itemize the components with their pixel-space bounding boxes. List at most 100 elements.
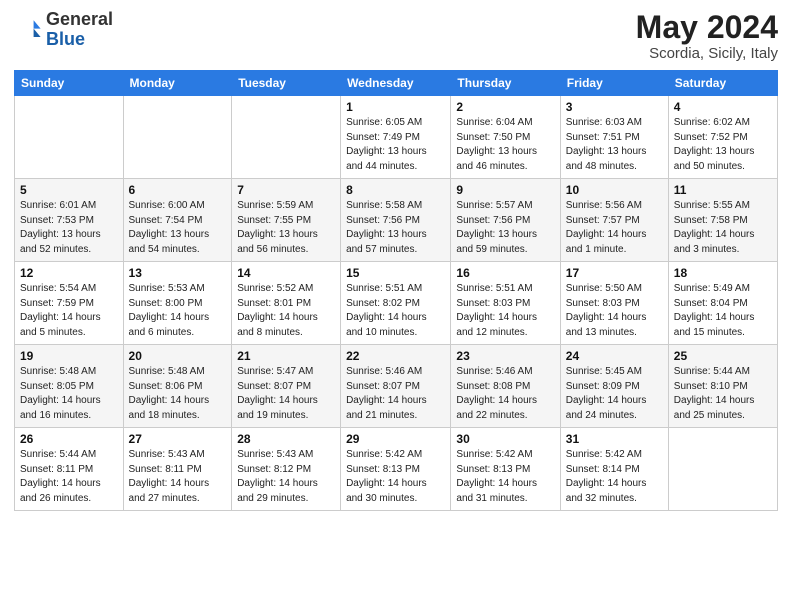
table-row: 23 Sunrise: 5:46 AM Sunset: 8:08 PM Dayli… bbox=[451, 345, 560, 428]
table-row: 3Sunrise: 6:03 AM Sunset: 7:51 PM Daylig… bbox=[560, 96, 668, 179]
day-number: 25 bbox=[674, 349, 772, 363]
table-row: 12Sunrise: 5:54 AM Sunset: 7:59 PM Dayli… bbox=[15, 262, 124, 345]
table-row: 28 Sunrise: 5:43 AM Sunset: 8:12 PM Dayli… bbox=[232, 428, 341, 511]
day-number: 16 bbox=[456, 266, 554, 280]
table-row: 21 Sunrise: 5:47 AM Sunset: 8:07 PM Dayli… bbox=[232, 345, 341, 428]
table-row bbox=[123, 96, 232, 179]
day-number: 8 bbox=[346, 183, 445, 197]
logo-blue: Blue bbox=[46, 29, 85, 49]
header-sunday: Sunday bbox=[15, 71, 124, 96]
day-number: 26 bbox=[20, 432, 118, 446]
day-number: 20 bbox=[129, 349, 227, 363]
table-row: 22 Sunrise: 5:46 AM Sunset: 8:07 PM Dayli… bbox=[341, 345, 451, 428]
week-row-2: 12Sunrise: 5:54 AM Sunset: 7:59 PM Dayli… bbox=[15, 262, 778, 345]
table-row: 18 Sunrise: 5:49 AM Sunset: 8:04 PM Dayli… bbox=[668, 262, 777, 345]
day-info: Sunrise: 5:51 AM Sunset: 8:02 PM Dayligh… bbox=[346, 282, 445, 340]
table-row: 10 Sunrise: 5:56 AM Sunset: 7:57 PM Dayli… bbox=[560, 179, 668, 262]
table-row: 27Sunrise: 5:43 AM Sunset: 8:11 PM Dayli… bbox=[123, 428, 232, 511]
day-number: 29 bbox=[346, 432, 445, 446]
table-row: 9 Sunrise: 5:57 AM Sunset: 7:56 PM Daylig… bbox=[451, 179, 560, 262]
day-number: 2 bbox=[456, 100, 554, 114]
week-row-1: 5Sunrise: 6:01 AM Sunset: 7:53 PM Daylig… bbox=[15, 179, 778, 262]
day-number: 7 bbox=[237, 183, 335, 197]
month-year: May 2024 bbox=[636, 10, 778, 45]
table-row: 31Sunrise: 5:42 AM Sunset: 8:14 PM Dayli… bbox=[560, 428, 668, 511]
table-row: 11Sunrise: 5:55 AM Sunset: 7:58 PM Dayli… bbox=[668, 179, 777, 262]
day-info: Sunrise: 6:00 AM Sunset: 7:54 PM Dayligh… bbox=[129, 199, 227, 257]
day-number: 17 bbox=[566, 266, 663, 280]
day-number: 13 bbox=[129, 266, 227, 280]
day-info: Sunrise: 5:51 AM Sunset: 8:03 PM Dayligh… bbox=[456, 282, 554, 340]
header-monday: Monday bbox=[123, 71, 232, 96]
table-row bbox=[668, 428, 777, 511]
header: General Blue May 2024 Scordia, Sicily, I… bbox=[14, 10, 778, 62]
day-info: Sunrise: 6:05 AM Sunset: 7:49 PM Dayligh… bbox=[346, 116, 445, 174]
day-info: Sunrise: 5:49 AM Sunset: 8:04 PM Dayligh… bbox=[674, 282, 772, 340]
table-row: 17Sunrise: 5:50 AM Sunset: 8:03 PM Dayli… bbox=[560, 262, 668, 345]
day-info: Sunrise: 5:45 AM Sunset: 8:09 PM Dayligh… bbox=[566, 365, 663, 423]
table-row: 1 Sunrise: 6:05 AM Sunset: 7:49 PM Daylig… bbox=[341, 96, 451, 179]
header-saturday: Saturday bbox=[668, 71, 777, 96]
day-number: 9 bbox=[456, 183, 554, 197]
day-number: 6 bbox=[129, 183, 227, 197]
day-info: Sunrise: 5:46 AM Sunset: 8:07 PM Dayligh… bbox=[346, 365, 445, 423]
day-number: 10 bbox=[566, 183, 663, 197]
day-info: Sunrise: 6:02 AM Sunset: 7:52 PM Dayligh… bbox=[674, 116, 772, 174]
logo: General Blue bbox=[14, 10, 113, 50]
day-number: 30 bbox=[456, 432, 554, 446]
table-row: 25Sunrise: 5:44 AM Sunset: 8:10 PM Dayli… bbox=[668, 345, 777, 428]
day-number: 19 bbox=[20, 349, 118, 363]
day-info: Sunrise: 5:59 AM Sunset: 7:55 PM Dayligh… bbox=[237, 199, 335, 257]
day-info: Sunrise: 5:53 AM Sunset: 8:00 PM Dayligh… bbox=[129, 282, 227, 340]
day-info: Sunrise: 6:04 AM Sunset: 7:50 PM Dayligh… bbox=[456, 116, 554, 174]
week-row-4: 26 Sunrise: 5:44 AM Sunset: 8:11 PM Dayli… bbox=[15, 428, 778, 511]
day-number: 28 bbox=[237, 432, 335, 446]
day-info: Sunrise: 6:01 AM Sunset: 7:53 PM Dayligh… bbox=[20, 199, 118, 257]
week-row-3: 19Sunrise: 5:48 AM Sunset: 8:05 PM Dayli… bbox=[15, 345, 778, 428]
day-number: 18 bbox=[674, 266, 772, 280]
logo-general: General bbox=[46, 9, 113, 29]
table-row: 24 Sunrise: 5:45 AM Sunset: 8:09 PM Dayli… bbox=[560, 345, 668, 428]
table-row: 29 Sunrise: 5:42 AM Sunset: 8:13 PM Dayli… bbox=[341, 428, 451, 511]
day-info: Sunrise: 5:44 AM Sunset: 8:11 PM Dayligh… bbox=[20, 448, 118, 506]
table-row: 7 Sunrise: 5:59 AM Sunset: 7:55 PM Daylig… bbox=[232, 179, 341, 262]
page: General Blue May 2024 Scordia, Sicily, I… bbox=[0, 0, 792, 612]
table-row: 19Sunrise: 5:48 AM Sunset: 8:05 PM Dayli… bbox=[15, 345, 124, 428]
header-friday: Friday bbox=[560, 71, 668, 96]
day-info: Sunrise: 5:56 AM Sunset: 7:57 PM Dayligh… bbox=[566, 199, 663, 257]
day-info: Sunrise: 5:42 AM Sunset: 8:13 PM Dayligh… bbox=[456, 448, 554, 506]
day-info: Sunrise: 5:46 AM Sunset: 8:08 PM Dayligh… bbox=[456, 365, 554, 423]
table-row: 20 Sunrise: 5:48 AM Sunset: 8:06 PM Dayli… bbox=[123, 345, 232, 428]
table-row: 16 Sunrise: 5:51 AM Sunset: 8:03 PM Dayli… bbox=[451, 262, 560, 345]
day-info: Sunrise: 5:48 AM Sunset: 8:06 PM Dayligh… bbox=[129, 365, 227, 423]
table-row: 6 Sunrise: 6:00 AM Sunset: 7:54 PM Daylig… bbox=[123, 179, 232, 262]
day-number: 27 bbox=[129, 432, 227, 446]
day-info: Sunrise: 6:03 AM Sunset: 7:51 PM Dayligh… bbox=[566, 116, 663, 174]
day-info: Sunrise: 5:43 AM Sunset: 8:12 PM Dayligh… bbox=[237, 448, 335, 506]
table-row: 8 Sunrise: 5:58 AM Sunset: 7:56 PM Daylig… bbox=[341, 179, 451, 262]
table-row: 4 Sunrise: 6:02 AM Sunset: 7:52 PM Daylig… bbox=[668, 96, 777, 179]
location: Scordia, Sicily, Italy bbox=[636, 45, 778, 62]
day-info: Sunrise: 5:47 AM Sunset: 8:07 PM Dayligh… bbox=[237, 365, 335, 423]
day-number: 21 bbox=[237, 349, 335, 363]
table-row: 5Sunrise: 6:01 AM Sunset: 7:53 PM Daylig… bbox=[15, 179, 124, 262]
day-info: Sunrise: 5:57 AM Sunset: 7:56 PM Dayligh… bbox=[456, 199, 554, 257]
day-info: Sunrise: 5:58 AM Sunset: 7:56 PM Dayligh… bbox=[346, 199, 445, 257]
day-number: 14 bbox=[237, 266, 335, 280]
day-number: 23 bbox=[456, 349, 554, 363]
day-number: 12 bbox=[20, 266, 118, 280]
table-row: 30 Sunrise: 5:42 AM Sunset: 8:13 PM Dayli… bbox=[451, 428, 560, 511]
day-number: 22 bbox=[346, 349, 445, 363]
table-row bbox=[232, 96, 341, 179]
day-info: Sunrise: 5:42 AM Sunset: 8:14 PM Dayligh… bbox=[566, 448, 663, 506]
day-number: 4 bbox=[674, 100, 772, 114]
day-number: 15 bbox=[346, 266, 445, 280]
day-number: 24 bbox=[566, 349, 663, 363]
table-row: 14Sunrise: 5:52 AM Sunset: 8:01 PM Dayli… bbox=[232, 262, 341, 345]
table-row: 15 Sunrise: 5:51 AM Sunset: 8:02 PM Dayli… bbox=[341, 262, 451, 345]
header-tuesday: Tuesday bbox=[232, 71, 341, 96]
title-block: May 2024 Scordia, Sicily, Italy bbox=[636, 10, 778, 62]
day-number: 1 bbox=[346, 100, 445, 114]
day-info: Sunrise: 5:42 AM Sunset: 8:13 PM Dayligh… bbox=[346, 448, 445, 506]
logo-icon bbox=[14, 16, 42, 44]
